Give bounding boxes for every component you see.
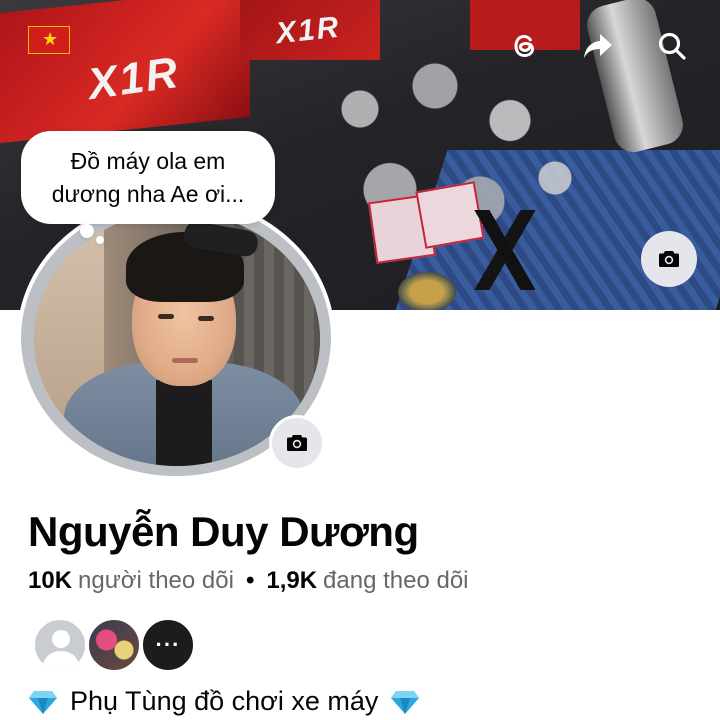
edit-cover-camera-button[interactable] xyxy=(641,231,697,287)
mutual-avatar[interactable] xyxy=(87,618,141,672)
search-icon[interactable] xyxy=(652,26,692,66)
bio-text: Phụ Tùng đồ chơi xe máy xyxy=(70,686,379,716)
edit-profile-picture-button[interactable] xyxy=(269,415,325,471)
photo-mouth xyxy=(172,358,198,363)
gem-icon xyxy=(391,690,420,714)
following-label[interactable]: đang theo dõi xyxy=(323,567,468,595)
photo-eye xyxy=(198,316,214,321)
camera-icon xyxy=(659,251,679,267)
more-dots-icon: ··· xyxy=(155,632,181,657)
followers-count[interactable]: 10K xyxy=(28,567,72,595)
mutual-followers[interactable]: ··· xyxy=(33,618,195,672)
profile-note-text: Đồ máy ola em dương nha Ae ơi... xyxy=(51,147,245,207)
default-avatar-icon[interactable] xyxy=(33,618,87,672)
following-count[interactable]: 1,9K xyxy=(266,567,317,595)
photo-eye xyxy=(158,314,174,319)
share-icon[interactable] xyxy=(578,26,618,66)
gem-icon xyxy=(29,690,57,714)
camera-icon xyxy=(287,435,307,451)
flag-icon xyxy=(28,26,70,54)
note-bubble-dot xyxy=(96,236,104,244)
profile-note-bubble[interactable]: Đồ máy ola em dương nha Ae ơi... xyxy=(21,131,275,224)
profile-name: Nguyễn Duy Dương xyxy=(28,508,419,555)
follow-stats: 10K người theo dõi • 1,9K đang theo dõi xyxy=(28,567,469,595)
profile-bio: Phụ Tùng đồ chơi xe máy xyxy=(28,686,420,717)
avatar-head xyxy=(52,630,70,648)
followers-label[interactable]: người theo dõi xyxy=(78,567,234,595)
cover-cup xyxy=(398,272,456,310)
cover-parts xyxy=(470,210,550,290)
stats-separator: • xyxy=(245,567,255,594)
threads-icon[interactable] xyxy=(505,26,545,66)
note-bubble-dot xyxy=(80,224,94,238)
avatar-body xyxy=(43,651,79,670)
more-mutuals-button[interactable]: ··· xyxy=(141,618,195,672)
photo-shirt xyxy=(156,380,212,466)
